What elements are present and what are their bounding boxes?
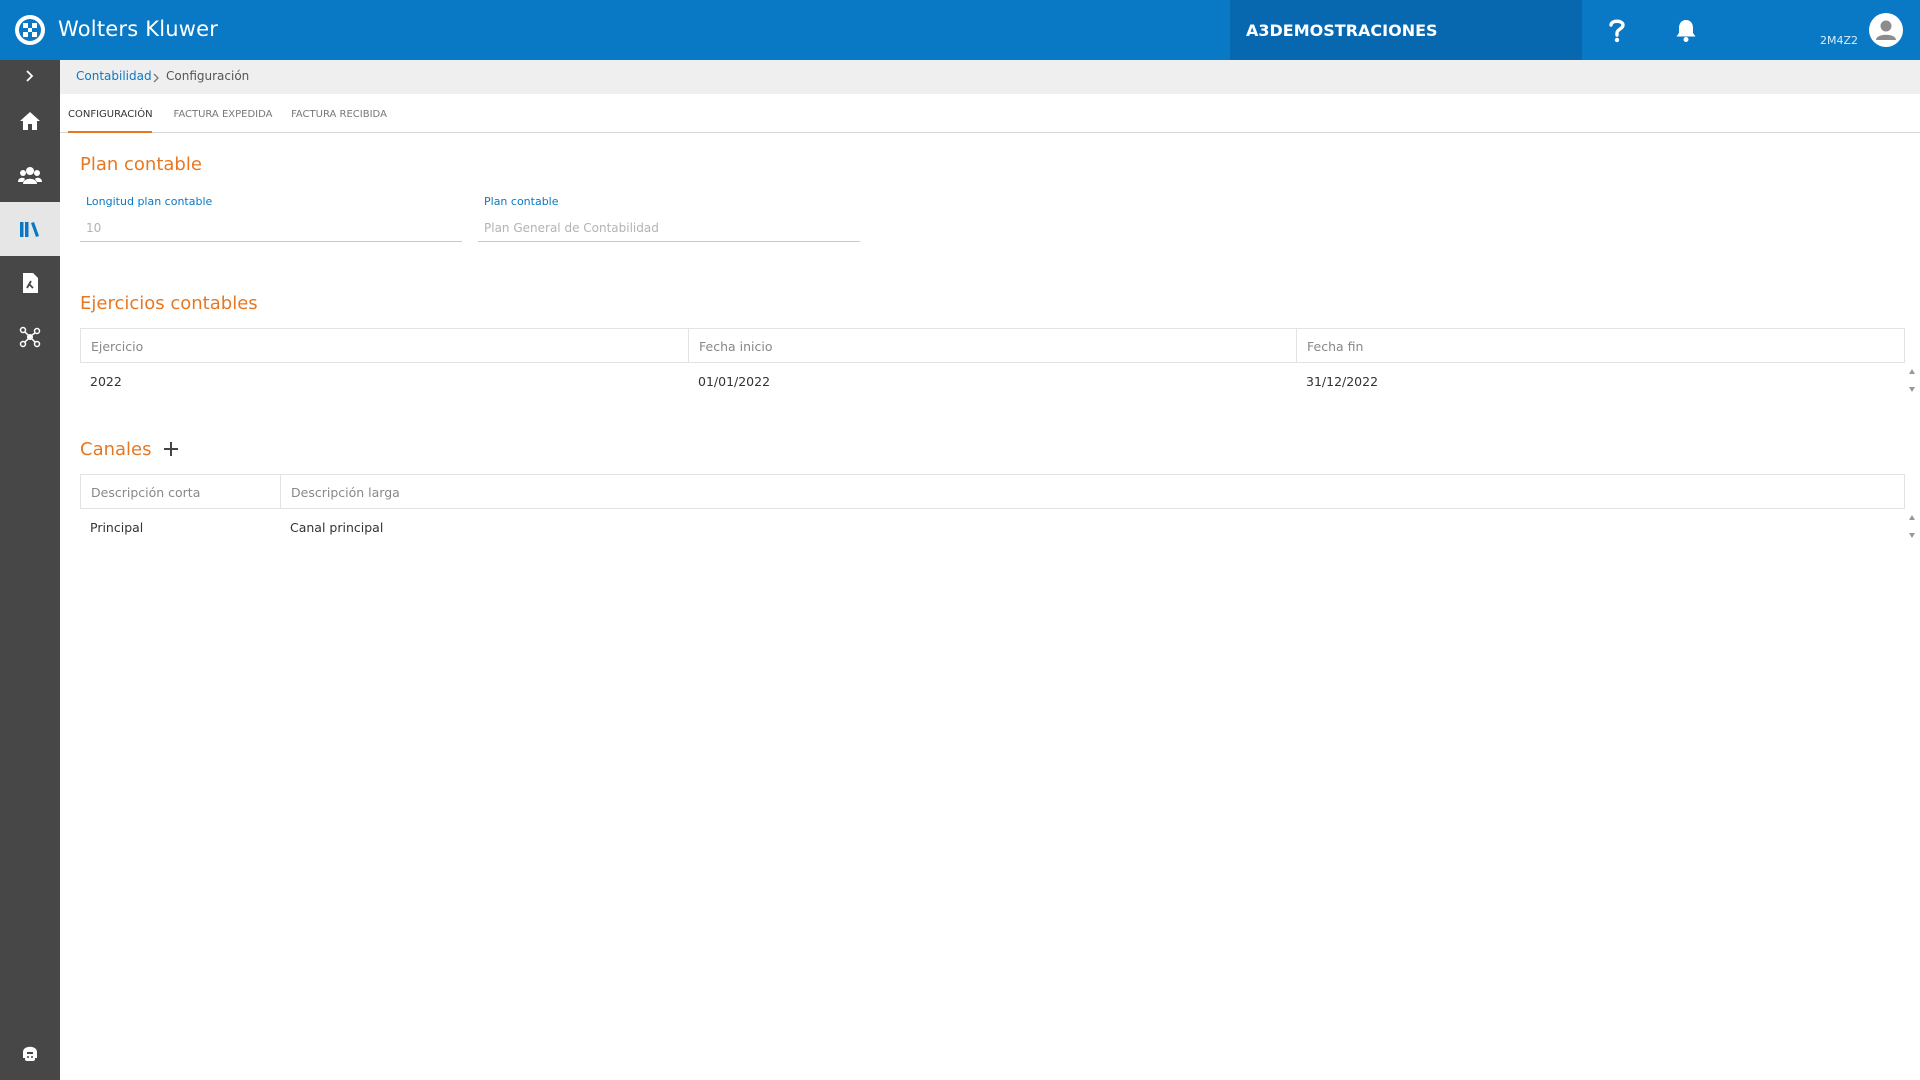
sidebar-item-support[interactable] (0, 1026, 60, 1080)
scroll-up-arrow-icon[interactable] (1909, 515, 1915, 520)
user-avatar-icon[interactable] (1869, 13, 1903, 47)
chevron-right-icon (25, 69, 35, 83)
top-header: Wolters Kluwer A3DEMOSTRACIONES 2M4Z2 (0, 0, 1920, 60)
table-row[interactable]: Principal Canal principal (80, 509, 1905, 545)
column-header-ejercicio[interactable]: Ejercicio (80, 329, 688, 363)
brand-name: Wolters Kluwer (58, 17, 219, 41)
tab-bar: CONFIGURACIÓN FACTURA EXPEDIDA FACTURA R… (60, 94, 1920, 133)
add-canal-plus-icon[interactable] (162, 440, 180, 458)
books-icon (19, 220, 41, 238)
tab-factura-expedida[interactable]: FACTURA EXPEDIDA (172, 94, 274, 133)
wolters-kluwer-logo-icon[interactable] (14, 14, 46, 46)
table-scrollbar[interactable] (1905, 363, 1920, 399)
chevron-right-icon (151, 70, 161, 84)
cell-ejercicio: 2022 (90, 374, 122, 389)
users-icon (18, 165, 42, 185)
breadcrumb-current: Configuración (166, 69, 250, 83)
scroll-up-arrow-icon[interactable] (1909, 369, 1915, 374)
table-scrollbar[interactable] (1905, 509, 1920, 545)
section-title-ejercicios: Ejercicios contables (80, 293, 258, 314)
sidebar (0, 60, 60, 1080)
table-row[interactable]: 2022 01/01/2022 31/12/2022 (80, 363, 1905, 399)
sidebar-item-home[interactable] (0, 94, 60, 148)
column-header-descripcion-corta[interactable]: Descripción corta (80, 475, 280, 509)
scroll-down-arrow-icon[interactable] (1909, 533, 1915, 538)
company-selector[interactable]: A3DEMOSTRACIONES (1230, 0, 1582, 60)
longitud-plan-label: Longitud plan contable (86, 195, 213, 208)
sidebar-expand-button[interactable] (0, 60, 60, 92)
plan-contable-label: Plan contable (484, 195, 559, 208)
tab-factura-recibida[interactable]: FACTURA RECIBIDA (290, 94, 388, 133)
plan-contable-field: Plan General de Contabilidad (478, 216, 860, 242)
notifications-bell-icon[interactable] (1673, 17, 1699, 43)
cell-fecha-fin: 31/12/2022 (1306, 374, 1379, 389)
column-header-descripcion-larga[interactable]: Descripción larga (280, 475, 1905, 509)
home-icon (19, 111, 41, 131)
table-header: Descripción corta Descripción larga (80, 474, 1905, 509)
canales-table: Descripción corta Descripción larga Prin… (80, 474, 1920, 546)
section-title-plan-contable: Plan contable (80, 154, 202, 175)
network-icon (19, 326, 41, 348)
sidebar-item-accounting[interactable] (0, 202, 60, 256)
breadcrumb-link-contabilidad[interactable]: Contabilidad (76, 69, 152, 83)
section-title-canales: Canales (80, 439, 152, 460)
document-icon (21, 272, 39, 294)
longitud-plan-field: 10 (80, 216, 462, 242)
help-icon[interactable] (1604, 16, 1630, 44)
column-header-fecha-fin[interactable]: Fecha fin (1296, 329, 1905, 363)
column-header-fecha-inicio[interactable]: Fecha inicio (688, 329, 1296, 363)
ejercicios-table: Ejercicio Fecha inicio Fecha fin 2022 01… (80, 328, 1920, 400)
cell-descripcion-corta: Principal (90, 520, 144, 535)
scroll-down-arrow-icon[interactable] (1909, 387, 1915, 392)
tab-configuracion[interactable]: CONFIGURACIÓN (68, 94, 153, 133)
sidebar-item-clients[interactable] (0, 148, 60, 202)
support-icon (20, 1043, 40, 1063)
cell-fecha-inicio: 01/01/2022 (698, 374, 771, 389)
user-code: 2M4Z2 (1820, 34, 1859, 47)
sidebar-item-documents[interactable] (0, 256, 60, 310)
breadcrumb: Contabilidad Configuración (60, 60, 1920, 94)
sidebar-item-connections[interactable] (0, 310, 60, 364)
cell-descripcion-larga: Canal principal (290, 520, 384, 535)
table-header: Ejercicio Fecha inicio Fecha fin (80, 328, 1905, 363)
